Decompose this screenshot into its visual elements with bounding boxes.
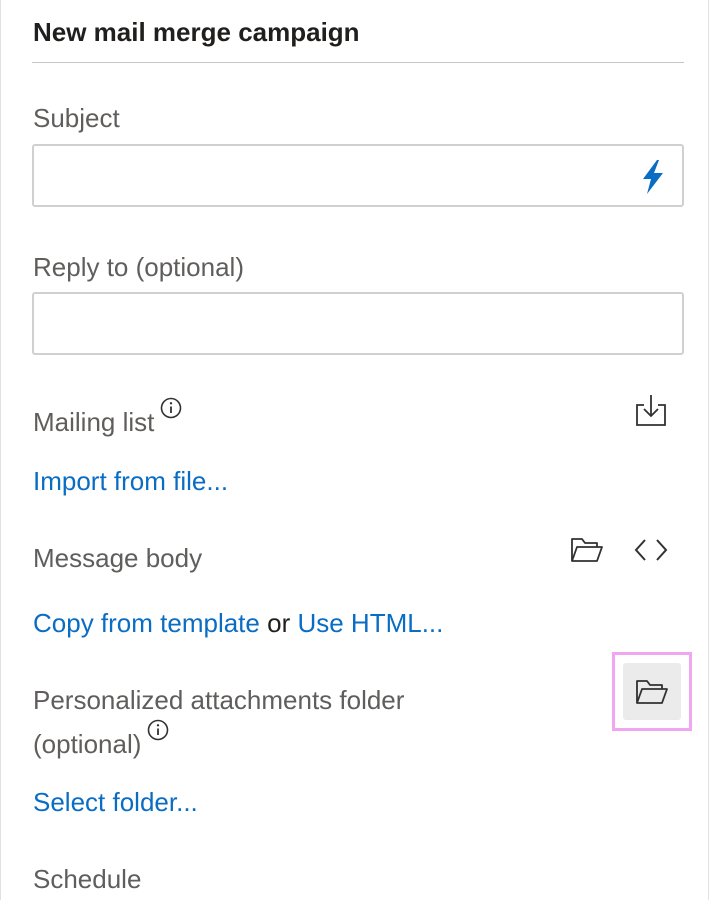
- copy-from-template-link[interactable]: Copy from template: [33, 608, 260, 638]
- lightning-bolt-icon[interactable]: [638, 159, 668, 195]
- info-icon[interactable]: [160, 397, 182, 419]
- or-text: or: [267, 608, 291, 638]
- reply-to-input[interactable]: [44, 302, 628, 348]
- attachments-folder-button[interactable]: [623, 663, 681, 720]
- info-icon[interactable]: [147, 719, 169, 741]
- subject-label: Subject: [33, 103, 120, 133]
- folder-open-icon: [636, 679, 668, 704]
- title-divider: [32, 62, 684, 63]
- reply-to-label: Reply to (optional): [33, 252, 244, 282]
- mailing-list-label-row: Mailing list: [33, 397, 182, 441]
- attachments-label-row2: (optional): [33, 719, 169, 763]
- html-code-button[interactable]: [631, 530, 671, 570]
- attachments-folder-highlight: [612, 652, 692, 731]
- schedule-label: Schedule: [33, 864, 142, 894]
- code-icon: [634, 539, 668, 561]
- select-folder-link[interactable]: Select folder...: [33, 784, 198, 821]
- open-template-button[interactable]: [567, 530, 607, 570]
- reply-to-field[interactable]: [32, 292, 684, 355]
- download-icon: [636, 395, 666, 426]
- subject-input[interactable]: [44, 154, 628, 200]
- use-html-link[interactable]: Use HTML...: [297, 608, 443, 638]
- panel-title: New mail merge campaign: [33, 17, 360, 47]
- download-button[interactable]: [631, 390, 671, 430]
- attachments-label-line2: (optional): [33, 729, 142, 759]
- message-body-label: Message body: [33, 543, 203, 573]
- message-body-links: Copy from template or Use HTML...: [33, 605, 443, 642]
- folder-open-icon: [571, 538, 603, 562]
- subject-field[interactable]: [32, 144, 684, 207]
- mail-merge-pane: New mail merge campaign Subject Reply to…: [0, 0, 709, 900]
- attachments-label-line1: Personalized attachments folder: [33, 685, 405, 715]
- import-from-file-link[interactable]: Import from file...: [33, 463, 228, 500]
- mailing-list-label: Mailing list: [33, 407, 155, 437]
